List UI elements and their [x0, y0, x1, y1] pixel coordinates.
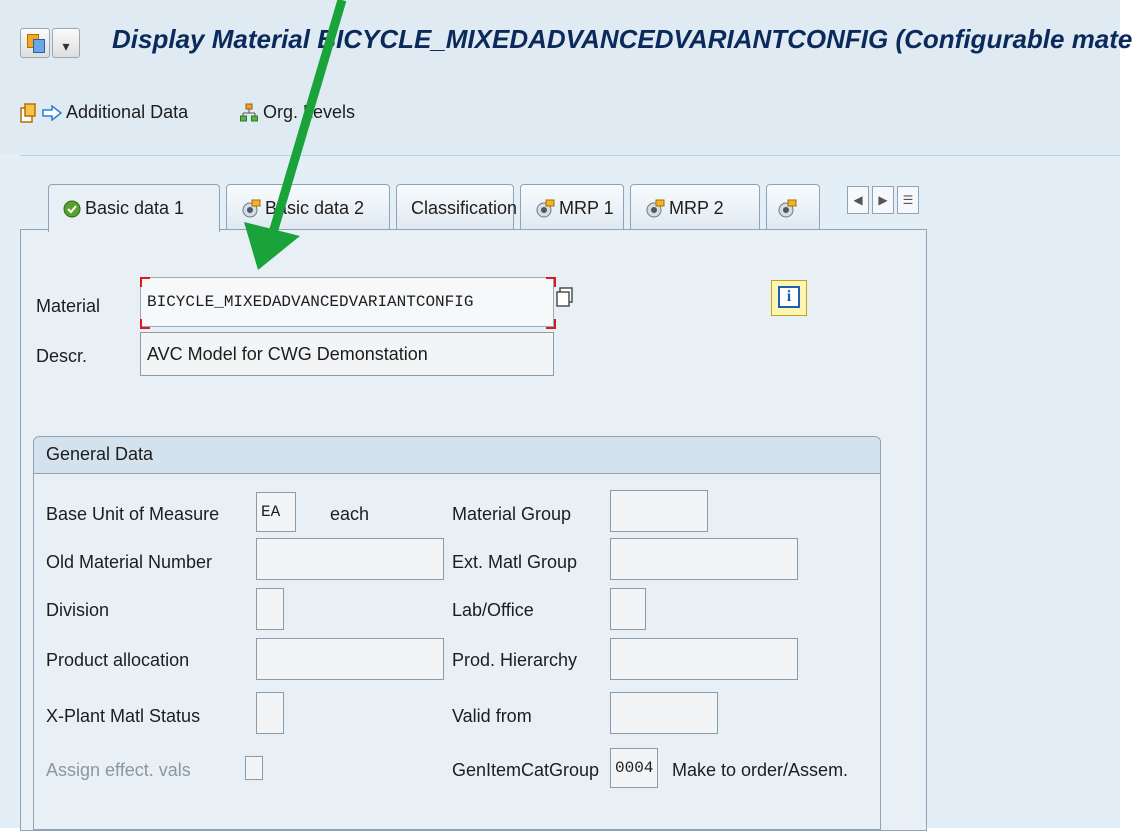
additional-data-label: Additional Data: [66, 102, 189, 122]
ext-matl-group-label: Ext. Matl Group: [452, 552, 578, 572]
tab-status-icon: [778, 199, 797, 218]
required-marker: [546, 277, 556, 287]
window-title: Display Material BICYCLE_MIXEDADVANCEDVA…: [112, 24, 1133, 54]
old-material-number-field[interactable]: [256, 538, 444, 580]
gen-item-cat-text: Make to order/Assem.: [672, 760, 849, 780]
chevron-down-icon[interactable]: ▾: [52, 28, 80, 58]
gen-item-cat-label: GenItemCatGroup: [452, 760, 600, 780]
lab-office-field[interactable]: [610, 588, 646, 630]
required-marker: [140, 319, 150, 329]
info-button[interactable]: i: [771, 280, 807, 316]
tab-mrp-1[interactable]: MRP 1: [520, 184, 624, 230]
tab-truncated[interactable]: [766, 184, 820, 230]
org-hierarchy-icon: [240, 103, 258, 122]
copy-icon[interactable]: [556, 287, 574, 307]
base-uom-text: each: [330, 504, 370, 524]
tab-label: Basic data 2: [265, 198, 365, 218]
tab-scroll-right-icon[interactable]: ▶: [872, 186, 894, 214]
product-allocation-field[interactable]: [256, 638, 444, 680]
required-marker: [546, 319, 556, 329]
tab-scroll-left-icon[interactable]: ◀: [847, 186, 869, 214]
xplant-status-label: X-Plant Matl Status: [46, 706, 201, 726]
material-group-field[interactable]: [610, 490, 708, 532]
group-title: General Data: [46, 444, 154, 464]
tab-basic-data-1[interactable]: Basic data 1: [48, 184, 220, 232]
arrow-right-icon: [42, 105, 62, 122]
check-icon: [63, 200, 81, 218]
assign-effect-label: Assign effect. vals: [46, 760, 191, 780]
valid-from-field[interactable]: [610, 692, 718, 734]
tab-basic-data-2[interactable]: Basic data 2: [226, 184, 390, 230]
org-levels-button[interactable]: Org. Levels: [240, 102, 355, 123]
base-uom-label: Base Unit of Measure: [46, 504, 220, 524]
division-field[interactable]: [256, 588, 284, 630]
material-group-label: Material Group: [452, 504, 572, 524]
tab-list-icon[interactable]: ☰: [897, 186, 919, 214]
material-field[interactable]: BICYCLE_MIXEDADVANCEDVARIANTCONFIG: [140, 277, 554, 327]
base-uom-field[interactable]: EA: [256, 492, 296, 532]
tab-classification[interactable]: Classification: [396, 184, 518, 230]
assign-effect-checkbox[interactable]: [245, 756, 263, 780]
toolbar-divider: [20, 155, 1120, 156]
tab-label: Basic data 1: [85, 198, 185, 218]
create-icon[interactable]: [20, 102, 36, 123]
additional-data-button[interactable]: Additional Data: [42, 102, 188, 123]
xplant-status-field[interactable]: [256, 692, 284, 734]
ext-matl-group-field[interactable]: [610, 538, 798, 580]
org-levels-label: Org. Levels: [263, 102, 356, 122]
tab-label: Classification: [411, 198, 518, 218]
tab-label: MRP 1: [559, 198, 614, 218]
tab-status-icon: [242, 199, 261, 218]
product-allocation-label: Product allocation: [46, 650, 190, 670]
tab-status-icon: [646, 199, 665, 218]
sap-window: ▾ Display Material BICYCLE_MIXEDADVANCED…: [0, 0, 1132, 831]
menu-icon[interactable]: [20, 28, 50, 58]
prod-hierarchy-label: Prod. Hierarchy: [452, 650, 578, 670]
description-field[interactable]: AVC Model for CWG Demonstation: [140, 332, 554, 376]
tab-status-icon: [536, 199, 555, 218]
material-label: Material: [36, 296, 101, 316]
descr-label: Descr.: [36, 346, 88, 366]
old-material-number-label: Old Material Number: [46, 552, 213, 572]
prod-hierarchy-field[interactable]: [610, 638, 798, 680]
group-header: General Data: [34, 437, 880, 474]
tab-label: MRP 2: [669, 198, 724, 218]
required-marker: [140, 277, 150, 287]
valid-from-label: Valid from: [452, 706, 532, 726]
info-icon: i: [778, 286, 800, 308]
gen-item-cat-field[interactable]: 0004: [610, 748, 658, 788]
division-label: Division: [46, 600, 110, 620]
title-bar: ▾ Display Material BICYCLE_MIXEDADVANCED…: [0, 0, 1132, 84]
lab-office-label: Lab/Office: [452, 600, 534, 620]
tab-mrp-2[interactable]: MRP 2: [630, 184, 760, 230]
